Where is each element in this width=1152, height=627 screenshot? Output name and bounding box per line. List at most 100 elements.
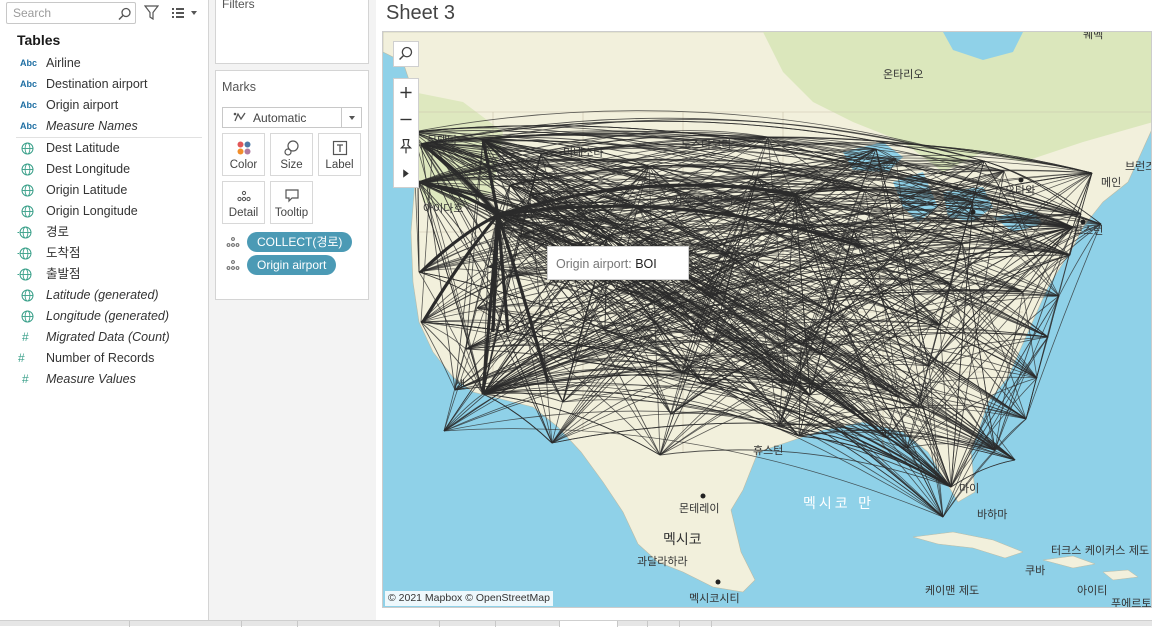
- expand-toolbar-button[interactable]: [394, 160, 420, 187]
- map-view[interactable]: 온타리오노스다코타미네소타 몬태나아이다호 사우스다코타 오타와 메인 브런즈보스턴샌멕시…: [382, 31, 1152, 608]
- sheet-tab[interactable]: [496, 621, 560, 627]
- tooltip-icon: [285, 189, 299, 203]
- string-field-icon: Abc: [20, 100, 38, 110]
- detail-button[interactable]: Detail: [222, 181, 265, 224]
- field-item[interactable]: # Number of Records: [0, 348, 208, 369]
- sheet-tab[interactable]: [130, 621, 242, 627]
- size-label: Size: [280, 159, 303, 171]
- map-label: 바하마: [977, 507, 1007, 521]
- search-input[interactable]: [13, 5, 113, 21]
- sheet-area: Sheet 3 온타리오 노스다코타 미네소타 몬태나 아이다호 사우스다코타 …: [376, 0, 1152, 620]
- list-view-icon[interactable]: [171, 6, 199, 20]
- map-label: 멕시코시티: [689, 592, 740, 605]
- map-label: 브런즈: [1125, 160, 1152, 173]
- field-item[interactable]: Origin Latitude: [0, 180, 208, 201]
- map-label: 멕시코 만: [803, 496, 874, 512]
- collect-route-pill[interactable]: COLLECT(경로): [247, 232, 353, 252]
- map-canvas[interactable]: 온타리오노스다코타미네소타 몬태나아이다호 사우스다코타 오타와 메인 브런즈보스턴샌멕시…: [383, 32, 1152, 608]
- map-label: 푸에르토: [1111, 597, 1151, 608]
- size-button[interactable]: Size: [270, 133, 313, 176]
- field-label: Dest Longitude: [46, 162, 131, 176]
- field-label: Migrated Data (Count): [46, 330, 170, 344]
- search-box[interactable]: [6, 2, 136, 24]
- globe-icon: [21, 142, 34, 155]
- map-attribution[interactable]: © 2021 Mapbox © OpenStreetMap: [385, 591, 553, 606]
- filters-title: Filters: [222, 0, 255, 11]
- string-field-icon: Abc: [20, 79, 38, 89]
- map-label: 몬태나: [427, 134, 457, 147]
- sheet-tab[interactable]: [242, 621, 298, 627]
- color-label: Color: [229, 159, 258, 171]
- tooltip-button[interactable]: Tooltip: [270, 181, 313, 224]
- sheet-tab[interactable]: [680, 621, 712, 627]
- marks-title: Marks: [222, 80, 257, 94]
- field-item[interactable]: Abc Measure Names: [0, 116, 208, 137]
- field-item[interactable]: Dest Latitude: [0, 138, 208, 159]
- field-item[interactable]: Abc Destination airport: [0, 74, 208, 95]
- mark-type-dropdown[interactable]: Automatic: [222, 107, 362, 128]
- label-icon: [332, 140, 348, 156]
- map-label: 터크스 케이커스 제도: [1051, 544, 1149, 557]
- field-item[interactable]: Latitude (generated): [0, 285, 208, 306]
- filter-icon[interactable]: [144, 5, 159, 20]
- map-label: 마이: [959, 482, 979, 495]
- tooltip-text: Origin airport: BOI: [556, 257, 657, 271]
- globe-icon: [21, 163, 34, 176]
- detail-label: Detail: [228, 207, 259, 219]
- sheet-tab[interactable]: [648, 621, 680, 627]
- city-marker: [700, 493, 706, 499]
- field-item[interactable]: Origin Longitude: [0, 201, 208, 222]
- sheet-title: Sheet 3: [386, 2, 455, 24]
- filters-shelf[interactable]: Filters: [215, 0, 369, 64]
- field-label: Destination airport: [46, 77, 148, 91]
- origin-airport-pill[interactable]: Origin airport: [247, 255, 337, 275]
- sheet-tab-active[interactable]: [560, 621, 618, 627]
- map-label: 아이다호: [423, 202, 463, 215]
- globe-icon: [21, 205, 34, 218]
- shelves-pane: Filters Marks Automatic Color Size Label…: [209, 0, 376, 620]
- sheet-tab[interactable]: [298, 621, 440, 627]
- minus-icon: [400, 118, 412, 121]
- field-label: Number of Records: [46, 351, 155, 365]
- label-button[interactable]: Label: [318, 133, 361, 176]
- field-item[interactable]: 경로: [0, 222, 208, 243]
- sheet-tab[interactable]: [618, 621, 648, 627]
- field-list: Abc Airline Abc Destination airport Abc Origi…: [0, 53, 208, 390]
- map-label: 과달라하라: [637, 554, 688, 568]
- field-label: Airline: [46, 56, 81, 70]
- map-label: 메인: [1101, 176, 1121, 189]
- color-button[interactable]: Color: [222, 133, 265, 176]
- map-label: 오타와: [1005, 184, 1035, 197]
- globe-icon: [17, 226, 32, 239]
- zoom-out-button[interactable]: [394, 106, 420, 133]
- field-item[interactable]: 출발점: [0, 264, 208, 285]
- field-item[interactable]: Abc Origin airport: [0, 95, 208, 116]
- field-item[interactable]: Abc Airline: [0, 53, 208, 74]
- field-item[interactable]: Dest Longitude: [0, 159, 208, 180]
- map-label: 샌: [455, 378, 465, 391]
- sheet-tab[interactable]: [0, 621, 130, 627]
- detail-icon: [237, 190, 251, 202]
- map-search-button[interactable]: [393, 41, 419, 67]
- field-item[interactable]: 도착점: [0, 243, 208, 264]
- city-marker: [1018, 177, 1024, 183]
- pin-map-button[interactable]: [394, 133, 420, 160]
- field-item[interactable]: # Migrated Data (Count): [0, 327, 208, 348]
- map-tooltip: Origin airport: BOI: [547, 246, 689, 280]
- measure-field-icon: #: [22, 330, 29, 344]
- map-label: 멕시코: [663, 532, 702, 548]
- zoom-in-button[interactable]: [394, 79, 420, 106]
- field-label: Measure Names: [46, 119, 138, 133]
- tooltip-field: Origin airport:: [556, 257, 632, 271]
- chevron-down-icon[interactable]: [341, 108, 361, 127]
- automatic-mark-icon: [233, 112, 246, 122]
- sheet-tab[interactable]: [440, 621, 496, 627]
- mark-type-label: Automatic: [253, 111, 307, 125]
- map-label: 휴스턴: [753, 444, 783, 457]
- field-item[interactable]: # Measure Values: [0, 369, 208, 390]
- search-icon[interactable]: [118, 7, 132, 21]
- map-label: 미네소타: [563, 146, 603, 159]
- city-marker: [970, 209, 976, 215]
- field-item[interactable]: Longitude (generated): [0, 306, 208, 327]
- tables-heading: Tables: [17, 32, 61, 48]
